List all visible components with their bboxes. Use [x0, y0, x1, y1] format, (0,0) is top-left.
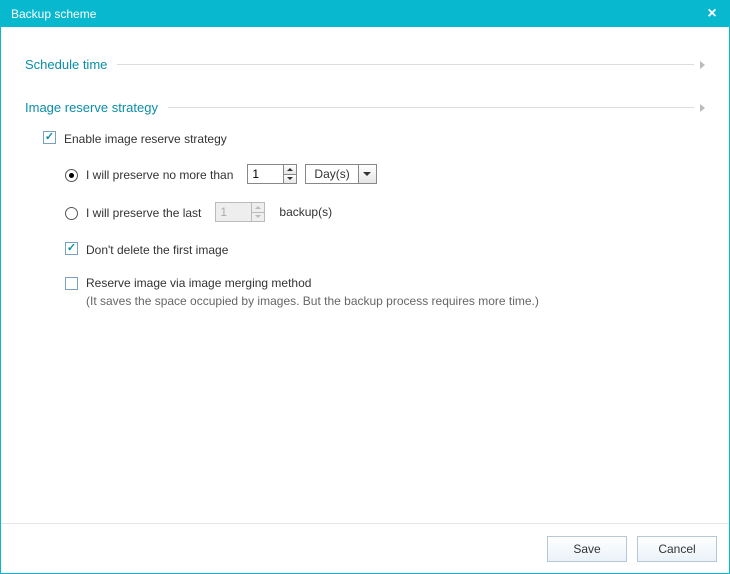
preserve-nomore-controls: Day(s): [241, 164, 378, 184]
preserve-last-suffix: backup(s): [279, 203, 332, 221]
image-reserve-section-body: Enable image reserve strategy I will pre…: [25, 129, 705, 310]
merging-row: Reserve image via image merging method (…: [43, 273, 705, 310]
merging-checkbox[interactable]: [65, 277, 78, 290]
dont-delete-first-checkbox[interactable]: [65, 242, 78, 255]
spinner-up-icon: [251, 202, 265, 213]
spinner-up-icon[interactable]: [283, 164, 297, 175]
image-reserve-title: Image reserve strategy: [25, 100, 158, 115]
preserve-last-controls: backup(s): [209, 202, 332, 222]
dont-delete-first-label: Don't delete the first image: [86, 240, 228, 259]
preserve-unit-value: Day(s): [306, 165, 357, 183]
chevron-right-icon: [700, 104, 705, 112]
preserve-nomore-value[interactable]: [247, 164, 283, 184]
dont-delete-first-row: Don't delete the first image: [43, 240, 705, 259]
spinner-down-icon: [251, 213, 265, 223]
enable-reserve-checkbox[interactable]: [43, 131, 56, 144]
spinner-down-icon[interactable]: [283, 175, 297, 185]
preserve-nomore-row: I will preserve no more than Day(s): [43, 164, 705, 184]
preserve-nomore-spinner[interactable]: [247, 164, 297, 184]
chevron-down-icon: [358, 165, 376, 183]
divider: [168, 107, 694, 108]
merging-note: (It saves the space occupied by images. …: [86, 294, 539, 308]
enable-reserve-label: Enable image reserve strategy: [64, 129, 227, 148]
close-icon[interactable]: ×: [703, 5, 721, 23]
footer: Save Cancel: [1, 523, 729, 573]
preserve-unit-select[interactable]: Day(s): [305, 164, 376, 184]
window-title: Backup scheme: [11, 7, 703, 21]
content-area: Schedule time Image reserve strategy Ena…: [1, 27, 729, 523]
merging-label-group: Reserve image via image merging method (…: [86, 273, 539, 310]
schedule-time-section-header[interactable]: Schedule time: [25, 57, 705, 72]
enable-reserve-row: Enable image reserve strategy: [43, 129, 705, 148]
image-reserve-section-header[interactable]: Image reserve strategy: [25, 100, 705, 115]
preserve-last-spinner: [215, 202, 265, 222]
schedule-time-title: Schedule time: [25, 57, 107, 72]
chevron-right-icon: [700, 61, 705, 69]
cancel-button[interactable]: Cancel: [637, 536, 717, 562]
save-button[interactable]: Save: [547, 536, 627, 562]
preserve-last-value: [215, 202, 251, 222]
preserve-nomore-label: I will preserve no more than: [86, 165, 233, 184]
titlebar: Backup scheme ×: [1, 1, 729, 27]
divider: [117, 64, 694, 65]
preserve-last-label: I will preserve the last: [86, 203, 201, 222]
preserve-last-row: I will preserve the last backup(s): [43, 202, 705, 222]
backup-scheme-window: Backup scheme × Schedule time Image rese…: [0, 0, 730, 574]
merging-label: Reserve image via image merging method: [86, 276, 311, 290]
preserve-last-radio[interactable]: [65, 207, 78, 220]
preserve-nomore-radio[interactable]: [65, 169, 78, 182]
